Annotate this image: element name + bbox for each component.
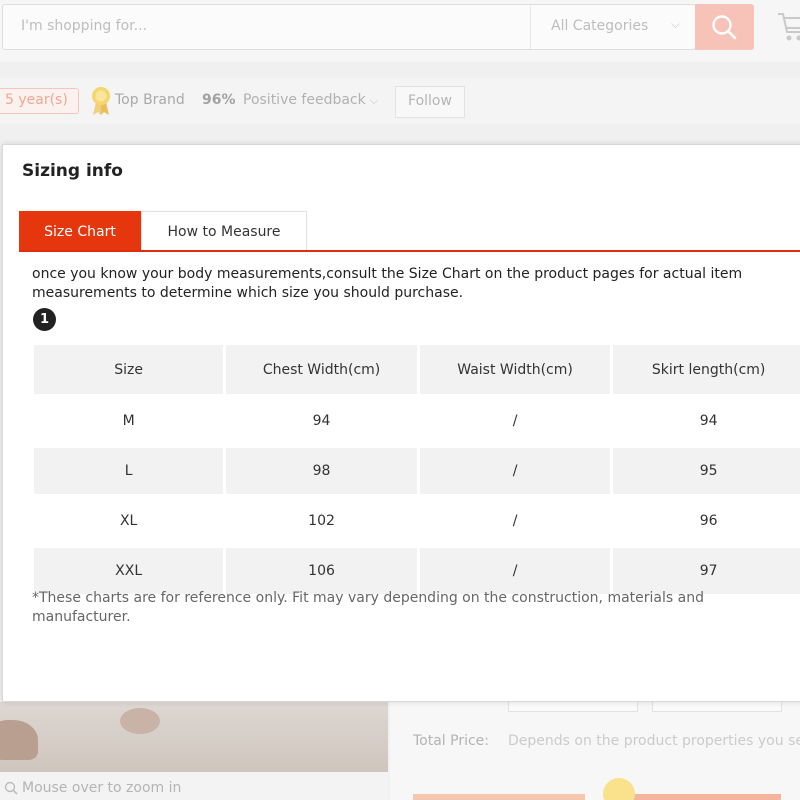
follow-button[interactable]: Follow [395,86,465,118]
tab-size-chart[interactable]: Size Chart [19,211,141,251]
search-button[interactable] [695,4,754,50]
table-cell: 106 [226,548,417,594]
table-cell: XL [34,498,224,544]
positive-feedback-label: Positive feedback [243,92,366,108]
buy-now-button[interactable] [413,794,585,800]
table-row: L 98 / 95 [34,448,800,494]
size-chart-table: Size Chest Width(cm) Waist Width(cm) Ski… [31,341,800,598]
modal-title: Sizing info [22,161,123,181]
zoom-icon [4,781,18,795]
table-cell: 94 [226,398,417,444]
table-header-cell: Waist Width(cm) [419,345,611,394]
table-row: XL 102 / 96 [34,498,800,544]
product-photo-detail [0,720,38,760]
positive-feedback-dropdown[interactable]: Positive feedback ⌵ [243,92,378,108]
size-chart-intro: once you know your body measurements,con… [32,266,743,301]
table-cell: / [419,448,611,494]
step-number-badge: 1 [33,308,56,331]
top-brand-label: Top Brand [115,92,185,108]
table-cell: 96 [613,498,800,544]
sizing-info-modal: Sizing info Size Chart How to Measure on… [2,144,800,702]
table-cell: / [419,548,611,594]
store-years-badge: 5 year(s) [0,88,79,114]
product-photo-detail [120,708,160,734]
table-header-row: Size Chest Width(cm) Waist Width(cm) Ski… [34,345,800,394]
table-cell: M [34,398,224,444]
search-input[interactable] [21,18,521,34]
cart-icon[interactable] [776,10,800,44]
search-icon [712,15,737,40]
medal-icon [92,87,110,115]
product-image[interactable] [0,702,388,772]
table-cell: 98 [226,448,417,494]
total-price-label: Total Price: [413,733,490,749]
chevron-down-icon: ⌵ [670,17,680,31]
purchase-panel [390,702,800,800]
table-cell: L [34,448,224,494]
positive-feedback-percent: 96% [202,92,236,108]
tab-how-to-measure[interactable]: How to Measure [141,211,307,251]
table-row: XXL 106 / 97 [34,548,800,594]
table-row: M 94 / 94 [34,398,800,444]
table-cell: XXL [34,548,224,594]
table-cell: 94 [613,398,800,444]
category-select-label: All Categories [551,18,649,34]
table-cell: / [419,498,611,544]
chevron-down-icon: ⌵ [369,94,379,107]
table-cell: 95 [613,448,800,494]
table-header-cell: Chest Width(cm) [226,345,417,394]
zoom-hint: Mouse over to zoom in [22,780,182,796]
table-cell: 102 [226,498,417,544]
reference-note: *These charts are for reference only. Fi… [32,590,704,625]
table-cell: / [419,398,611,444]
table-header-cell: Size [34,345,224,394]
table-header-cell: Skirt length(cm) [613,345,800,394]
tab-underline [19,250,800,252]
table-cell: 97 [613,548,800,594]
category-select[interactable]: All Categories ⌵ [530,5,694,49]
total-price-value: Depends on the product properties you se [508,733,800,749]
